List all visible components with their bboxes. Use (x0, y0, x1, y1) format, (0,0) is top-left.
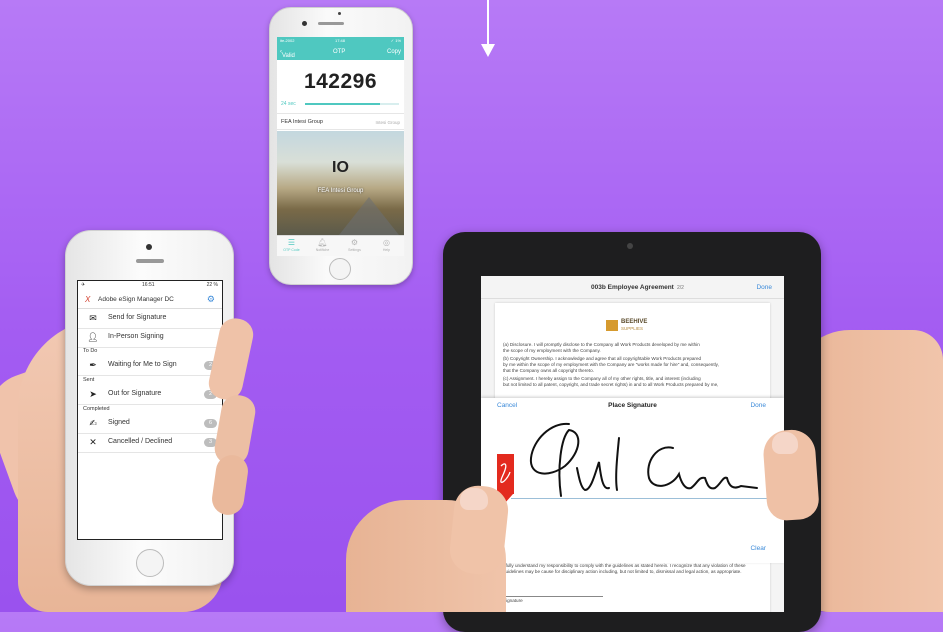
tablet-screen: 003b Employee Agreement 2/2 Done BEEHIVE… (481, 276, 784, 612)
help-icon: ◎ (383, 238, 390, 247)
count-badge: 6 (204, 419, 217, 428)
send-icon: ➤ (89, 389, 97, 399)
phone-sensor (338, 12, 341, 15)
front-camera (302, 21, 307, 26)
pen-icon: ✒ (89, 360, 97, 370)
waiting-for-me-to-sign[interactable]: ✒ Waiting for Me to Sign 2 (78, 356, 222, 376)
cancelled-declined[interactable]: ✕ Cancelled / Declined 3 (78, 433, 222, 453)
app-title: Adobe eSign Manager DC (98, 296, 174, 303)
account-issuer: Intesi Group (375, 120, 400, 125)
earpiece (136, 259, 164, 263)
clear-button[interactable]: Clear (750, 545, 766, 552)
gear-icon: ⚙ (350, 238, 359, 247)
tab-settings[interactable]: ⚙ Settings (342, 238, 367, 252)
sheet-title: Place Signature (608, 402, 657, 409)
otp-progress (305, 103, 399, 105)
down-arrow-icon (481, 44, 495, 57)
copy-button[interactable]: Copy (387, 49, 401, 55)
hero-caption: FEA Intesi Group (317, 188, 364, 194)
section-sent: Sent (83, 377, 95, 383)
tablet-camera (627, 243, 633, 249)
battery: 22 % (206, 282, 218, 288)
home-button[interactable] (136, 549, 164, 577)
section-completed: Completed (83, 406, 110, 412)
section-to-do: To Do (83, 348, 98, 354)
divider (277, 129, 404, 130)
tab-bar: ☰ OTP Code 🔔︎ Notifiche ⚙ Settings ◎ Help (277, 235, 404, 256)
battery: ✓ 1% (390, 38, 401, 43)
status-time: 17:48 (335, 38, 346, 43)
signed[interactable]: ✍ Signed 6 (78, 414, 222, 434)
company-sub: SUPPLIES (621, 326, 644, 331)
bell-icon: 🔔︎ (317, 238, 328, 247)
place-signature-sheet: Cancel Place Signature Done Clear (481, 398, 784, 563)
signed-icon: ✍ (89, 418, 97, 428)
otp-code: 142296 (303, 70, 378, 93)
otp-progress-fill (305, 103, 381, 105)
airplane-icon: ✈ (81, 282, 86, 288)
company-name: BEEHIVE (621, 319, 648, 325)
document-text: I fully understand my responsibility to … (503, 563, 746, 574)
tab-help[interactable]: ◎ Help (374, 238, 399, 252)
road-image (339, 197, 399, 235)
doc-toolbar: 003b Employee Agreement 2/2 Done (481, 276, 784, 299)
envelope-icon: ✉ (89, 313, 97, 323)
home-button[interactable] (329, 258, 351, 280)
done-button[interactable]: Done (756, 284, 772, 291)
otp-screen: ite-2002 17:48 ✓ 1% ‹ Valid OTP Copy 142… (277, 37, 404, 256)
doc-line: but not limited to all patent, copyright… (503, 382, 719, 387)
status-bar: ✈ 16:51 22 % (78, 281, 222, 290)
down-arrow-line (487, 0, 489, 46)
gear-icon[interactable]: ⚙ (207, 294, 215, 305)
earpiece (318, 22, 344, 25)
divider (277, 113, 404, 114)
acrobat-flag-icon (497, 454, 514, 494)
doc-title: 003b Employee Agreement (591, 284, 674, 291)
tab-notifiche[interactable]: 🔔︎ Notifiche (310, 238, 335, 252)
page-indicator: 2/2 (677, 285, 684, 291)
done-button[interactable]: Done (750, 402, 766, 409)
nav-title: OTP (333, 49, 346, 55)
signature-drawing[interactable] (521, 418, 761, 504)
account-name[interactable]: FEA Intesi Group (281, 119, 323, 125)
app-header: X Adobe eSign Manager DC ⚙ (78, 292, 222, 309)
x-icon: ✕ (89, 437, 97, 447)
thumb-nail (460, 488, 488, 510)
menu-icon: ☰ (287, 238, 296, 247)
thumb-nail (772, 432, 798, 454)
signature-line (503, 596, 603, 597)
front-camera (146, 244, 152, 250)
back-button[interactable]: ‹ Valid (280, 49, 295, 59)
out-for-signature[interactable]: ➤ Out for Signature 2 (78, 385, 222, 405)
nav-bar: ‹ Valid OTP Copy (277, 45, 404, 60)
send-for-signature[interactable]: ✉ Send for Signature (78, 309, 222, 329)
status-time: 16:51 (142, 282, 155, 288)
tab-otp-code[interactable]: ☰ OTP Code (279, 238, 304, 252)
doc-line: the scope of my employment with the Comp… (503, 348, 601, 353)
adobe-logo-icon: X (85, 295, 91, 304)
carrier: ite-2002 (280, 38, 295, 43)
person-icon: 👤︎ (87, 332, 99, 342)
status-bar: ite-2002 17:48 ✓ 1% (277, 37, 404, 45)
doc-line: that the Company owns all copyright ther… (503, 368, 594, 373)
in-person-signing[interactable]: 👤︎ In-Person Signing (78, 328, 222, 348)
esign-screen: ✈ 16:51 22 % X Adobe eSign Manager DC ⚙ … (77, 280, 223, 540)
beehive-logo-icon (606, 320, 618, 331)
otp-timer: 24 sec (281, 101, 296, 107)
io-logo: IO (332, 159, 349, 176)
